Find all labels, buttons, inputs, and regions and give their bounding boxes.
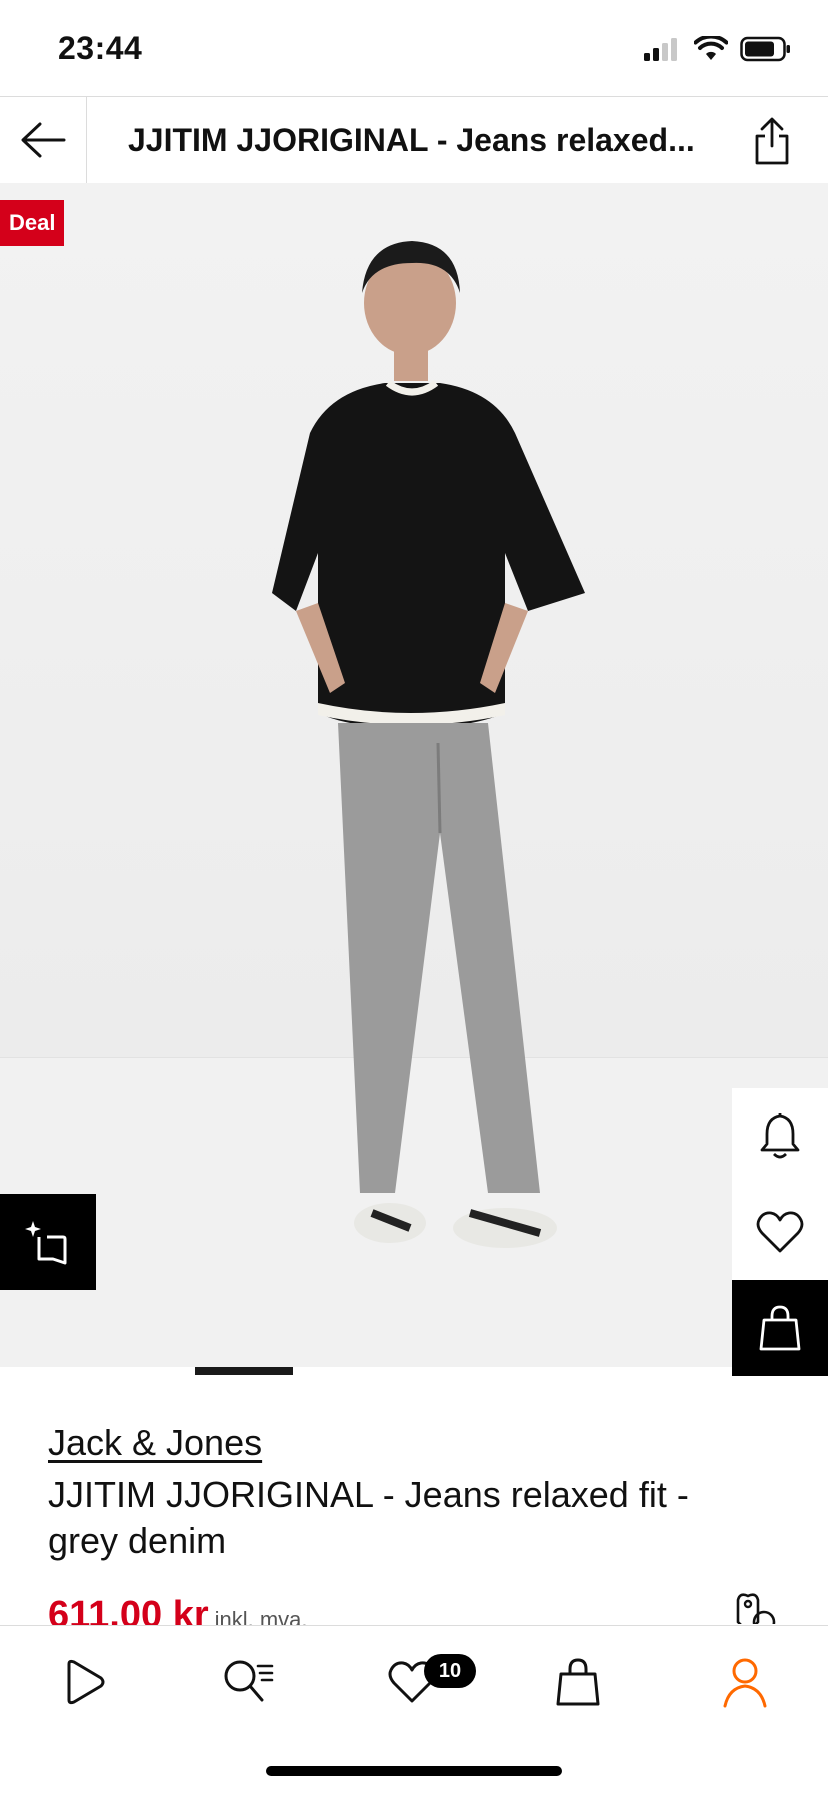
product-name: JJITIM JJORIGINAL - Jeans relaxed fit - … [48,1474,689,1561]
play-icon [67,1659,105,1705]
tag-icon [736,1593,776,1624]
wishlist-count-badge: 10 [424,1654,476,1688]
share-icon [755,117,789,165]
cart-icon [556,1658,600,1706]
vat-note: inkl. mva. [214,1607,308,1626]
visual-search-icon [25,1221,67,1265]
heart-icon [756,1211,804,1253]
profile-icon [723,1658,767,1708]
status-bar: 23:44 [0,0,828,96]
gallery-track [0,1367,684,1375]
product-image[interactable]: Deal [0,183,828,1367]
tag-button[interactable] [734,1592,780,1624]
add-to-bag-button[interactable] [732,1280,828,1376]
bag-icon [759,1305,801,1351]
price-row: 611,00 kr inkl. mva. [48,1594,748,1626]
tab-search[interactable] [208,1648,288,1716]
top-nav: JJITIM JJORIGINAL - Jeans relaxed... [0,96,828,184]
share-button[interactable] [746,113,798,169]
signal-icon [644,38,677,61]
search-icon [224,1660,274,1702]
model-figure [272,241,585,1248]
back-button[interactable] [0,97,87,183]
gallery-indicator[interactable] [195,1367,293,1375]
favorite-button[interactable] [732,1184,828,1280]
home-indicator[interactable] [266,1766,562,1776]
tab-home[interactable] [43,1648,123,1716]
page-title: JJITIM JJORIGINAL - Jeans relaxed... [128,122,695,158]
bell-icon [760,1113,800,1159]
side-actions [732,1088,828,1376]
deal-badge: Deal [0,200,65,246]
visual-search-button[interactable] [0,1194,96,1290]
notify-button[interactable] [732,1088,828,1184]
status-icons [642,34,792,64]
battery-icon [740,36,790,62]
wifi-icon [694,36,728,60]
price: 611,00 kr [48,1594,209,1626]
brand-link[interactable]: Jack & Jones [48,1422,262,1464]
back-arrow-icon [21,122,66,158]
status-time: 23:44 [58,30,143,66]
tab-cart[interactable] [538,1648,618,1716]
tab-profile[interactable] [705,1648,785,1716]
